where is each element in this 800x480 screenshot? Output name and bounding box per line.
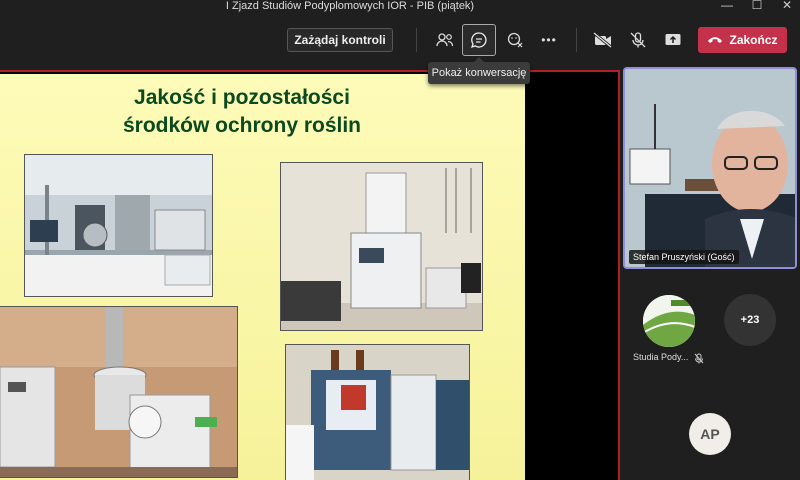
participant-avatar-ap[interactable]: AP (689, 413, 731, 455)
reactions-icon[interactable] (498, 24, 532, 56)
request-control-button[interactable]: Zażądaj kontroli (287, 28, 393, 52)
more-options-button[interactable]: ••• (532, 24, 566, 56)
window-titlebar: I Zjazd Studiów Podyplomowych IOR - PIB … (0, 0, 800, 14)
speaker-name-label: Stefan Pruszyński (Gość) (629, 250, 739, 264)
participant-muted-icon (694, 351, 704, 369)
slide-title-line2: środków ochrony roślin (122, 114, 362, 137)
end-call-button[interactable]: Zakończ (698, 27, 787, 53)
studia-logo-icon (643, 295, 695, 347)
participant-label-studia: Studia Pody... (633, 352, 689, 362)
meeting-toolbar: Zażądaj kontroli ••• Zakończ (0, 14, 800, 66)
mic-off-icon[interactable] (621, 24, 655, 56)
lab-photo-3 (0, 306, 238, 478)
close-window-button[interactable]: ✕ (772, 0, 800, 14)
speaker-video (625, 69, 795, 267)
window-title: I Zjazd Studiów Podyplomowych IOR - PIB … (225, 0, 475, 12)
lab-photo-4 (285, 344, 470, 480)
more-participants-button[interactable]: +23 (724, 294, 776, 346)
toolbar-divider (416, 28, 417, 52)
maximize-button[interactable]: ☐ (742, 0, 772, 14)
camera-off-icon[interactable] (586, 24, 620, 56)
more-icon: ••• (541, 33, 557, 47)
shared-screen: Jakość i pozostałości środków ochrony ro… (0, 70, 620, 480)
slide-title-line1: Jakość i pozostałości (134, 86, 350, 109)
presentation-slide: Jakość i pozostałości środków ochrony ro… (0, 74, 525, 480)
minimize-button[interactable]: — (712, 0, 742, 14)
toolbar-divider (576, 28, 577, 52)
share-icon[interactable] (656, 24, 690, 56)
participant-avatar-studia[interactable] (643, 295, 695, 347)
lab-photo-1 (24, 154, 213, 297)
featured-video-tile[interactable]: Stefan Pruszyński (Gość) (623, 67, 797, 269)
lab-photo-2 (280, 162, 483, 331)
people-icon[interactable] (428, 24, 462, 56)
show-conversation-tooltip: Pokaż konwersację (428, 57, 530, 84)
hangup-icon (708, 37, 723, 43)
end-call-label: Zakończ (729, 33, 778, 47)
slide-title: Jakość i pozostałości środków ochrony ro… (60, 84, 424, 140)
chat-icon[interactable] (462, 24, 496, 56)
